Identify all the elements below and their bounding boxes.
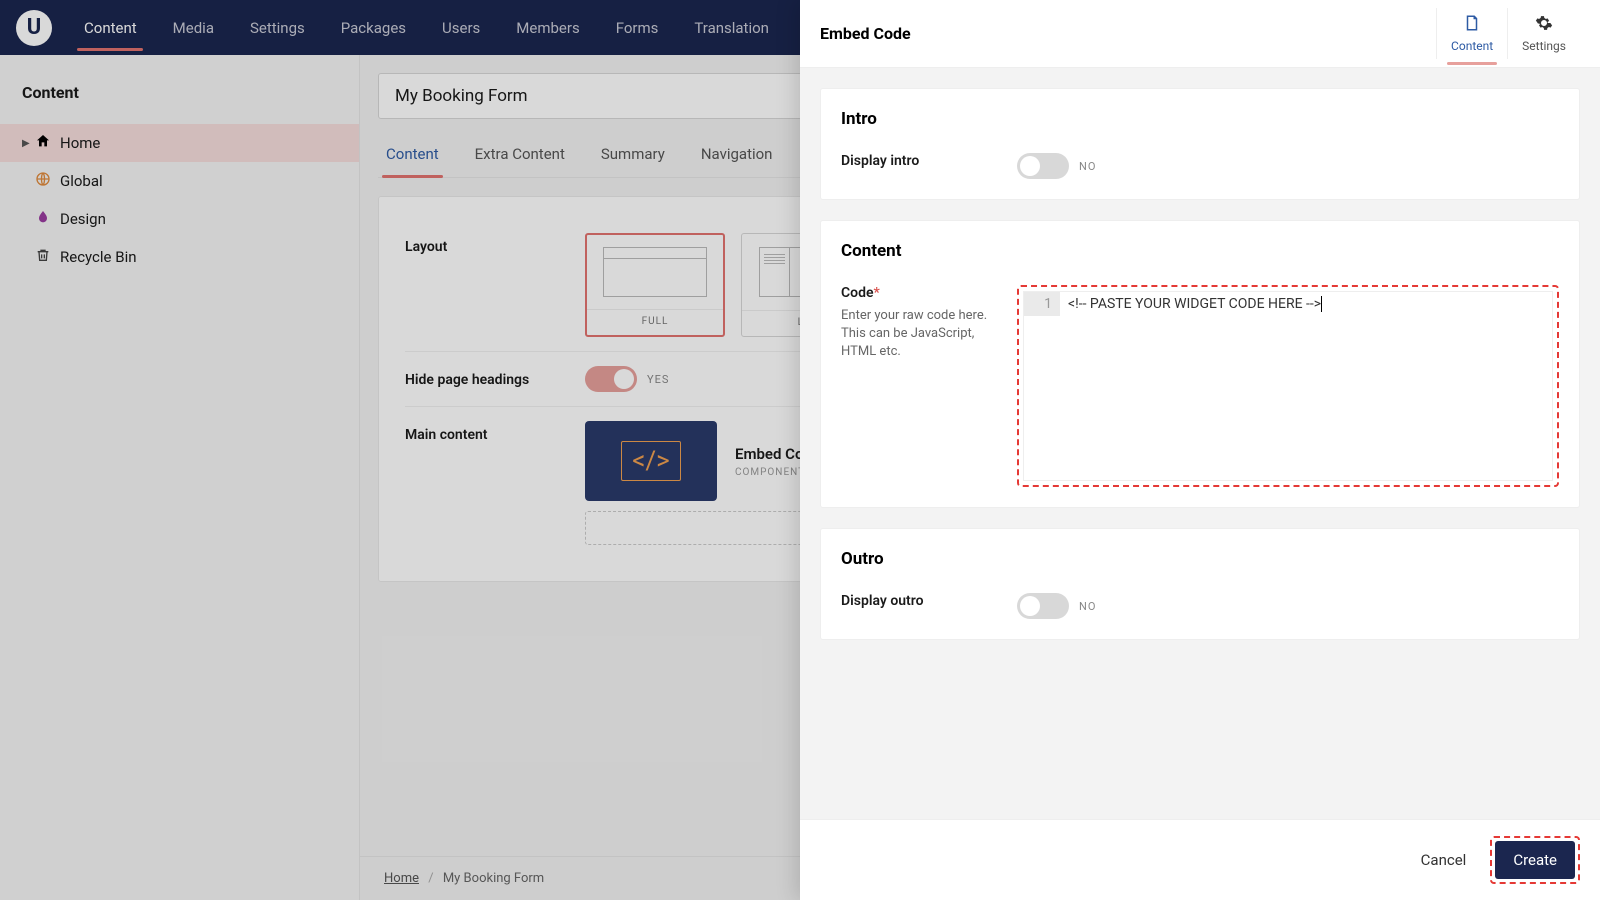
code-help-text: Enter your raw code here. This can be Ja… (841, 307, 997, 362)
section-outro: Outro Display outro NO (820, 528, 1580, 640)
line-number: 1 (1024, 292, 1060, 316)
section-heading: Content (841, 241, 1559, 261)
document-icon (1463, 14, 1481, 37)
slideover-tab-settings[interactable]: Settings (1507, 8, 1580, 59)
embed-code-slideover: Embed Code Content Settings Intro Displa… (800, 0, 1600, 900)
code-editor[interactable]: 1 <!-- PASTE YOUR WIDGET CODE HERE --> (1023, 291, 1553, 481)
toggle-state-text: NO (1079, 160, 1096, 173)
modal-backdrop[interactable] (0, 0, 800, 900)
cancel-button[interactable]: Cancel (1411, 843, 1477, 877)
slideover-title: Embed Code (820, 24, 911, 43)
display-intro-label: Display intro (841, 153, 1017, 169)
toggle-state-text: NO (1079, 600, 1096, 613)
create-button[interactable]: Create (1495, 841, 1575, 879)
section-heading: Outro (841, 549, 1559, 569)
slideover-header: Embed Code Content Settings (800, 0, 1600, 68)
slideover-tab-label: Content (1451, 39, 1493, 53)
display-outro-toggle[interactable] (1017, 593, 1069, 619)
code-field-highlight: 1 <!-- PASTE YOUR WIDGET CODE HERE --> (1017, 285, 1559, 487)
code-label: Code* (841, 285, 1017, 301)
required-indicator: * (874, 285, 880, 301)
code-content[interactable]: <!-- PASTE YOUR WIDGET CODE HERE --> (1060, 292, 1552, 316)
display-outro-label: Display outro (841, 593, 1017, 609)
section-heading: Intro (841, 109, 1559, 129)
slideover-footer: Cancel Create (800, 819, 1600, 900)
slideover-tab-content[interactable]: Content (1436, 8, 1507, 59)
display-intro-toggle[interactable] (1017, 153, 1069, 179)
section-intro: Intro Display intro NO (820, 88, 1580, 200)
slideover-tab-label: Settings (1522, 39, 1566, 53)
gear-icon (1535, 14, 1553, 37)
create-button-highlight: Create (1490, 836, 1580, 884)
section-content: Content Code* Enter your raw code here. … (820, 220, 1580, 508)
